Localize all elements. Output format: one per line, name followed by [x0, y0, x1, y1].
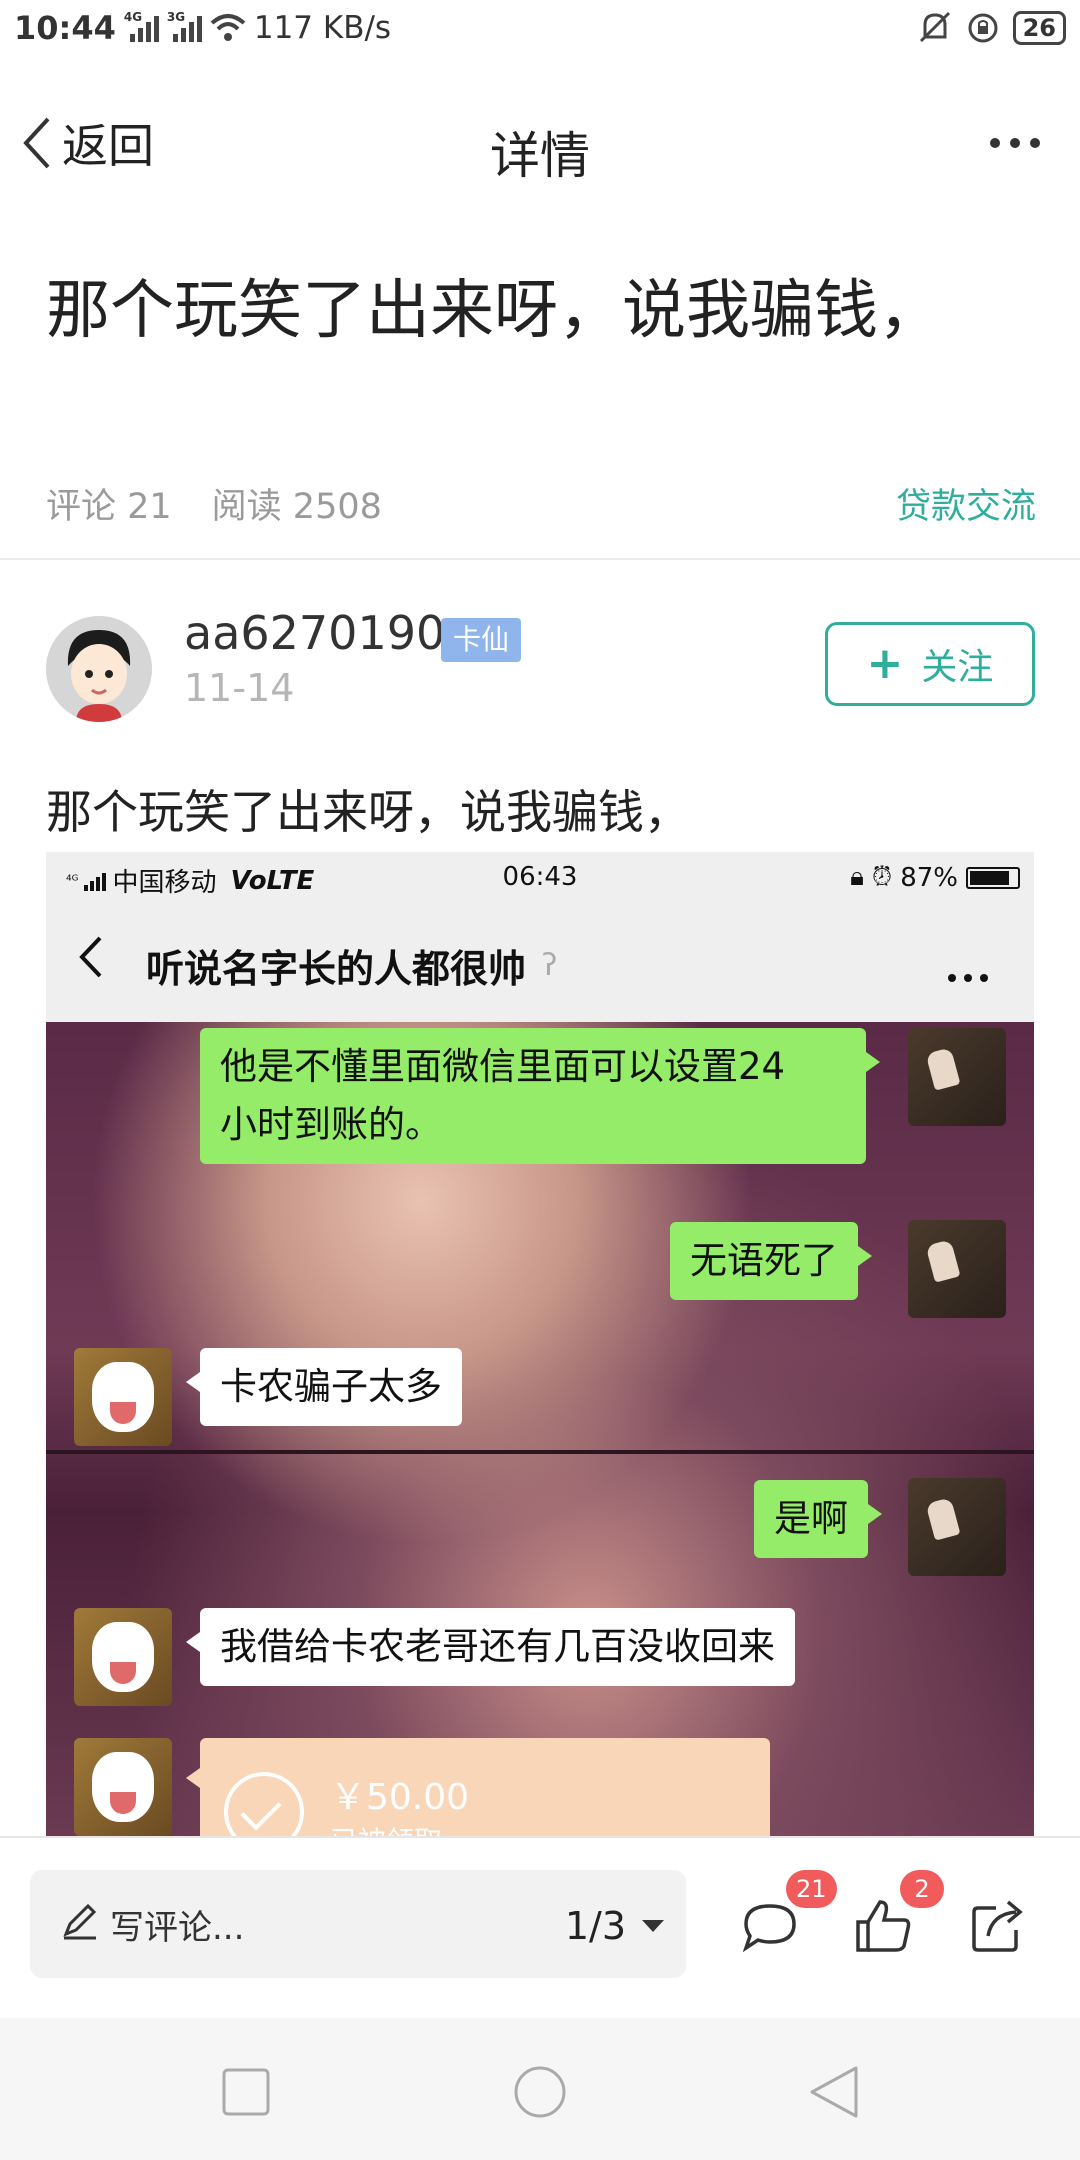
plus-icon: +: [866, 638, 904, 689]
category-link[interactable]: 贷款交流: [896, 478, 1036, 529]
contact-avatar: [74, 1348, 172, 1446]
message-bubble: 我借给卡农老哥还有几百没收回来: [186, 1608, 795, 1686]
post-image[interactable]: ⁴ᴳ 中国移动 VoLTE 06:43 🔒︎ ⏰︎ 87% 听说名字长的人都很帅…: [46, 852, 1034, 1837]
mute-icon: [919, 11, 950, 43]
chevron-left-icon: [79, 936, 102, 978]
image-battery: 87%: [900, 862, 958, 893]
transfer-card: ￥50.00 已被领取: [186, 1738, 770, 1837]
network-speed: 117 KB/s: [253, 10, 392, 46]
follow-label: 关注: [921, 647, 994, 688]
alarm-icon: ⏰︎: [871, 862, 893, 892]
share-icon[interactable]: [966, 1894, 1030, 1958]
battery-indicator: 26: [1012, 11, 1066, 45]
battery-icon: [966, 866, 1020, 889]
user-avatar-icon: [46, 616, 152, 722]
contact-avatar: [74, 1738, 172, 1836]
bottom-toolbar: 写评论... 1/3 21 2: [0, 1836, 1080, 2018]
status-time: 10:44: [14, 9, 116, 47]
wifi-icon: [210, 14, 246, 41]
author-name[interactable]: aa6270190: [184, 606, 445, 660]
status-bar: 10:44 4G 3G 117 KB/s 26: [0, 0, 1080, 56]
transfer-status: 已被领取: [330, 1820, 442, 1837]
comment-placeholder: 写评论...: [110, 1908, 245, 1948]
post-title: 那个玩笑了出来呀，说我骗钱，: [46, 274, 942, 348]
post-body: 那个玩笑了出来呀，说我骗钱，: [46, 785, 690, 839]
caret-down-icon[interactable]: [642, 1920, 664, 1932]
more-options-button[interactable]: [990, 138, 1040, 148]
page-title: 详情: [490, 127, 590, 185]
divider: [0, 558, 1080, 560]
recents-icon[interactable]: [218, 2064, 274, 2120]
post-date: 11-14: [184, 666, 295, 710]
pen-icon: [63, 1903, 97, 1940]
check-circle-icon: [224, 1772, 304, 1837]
top-nav: 返回 详情: [0, 88, 1080, 198]
divider: [46, 1450, 1034, 1454]
ear-icon: ʔ: [542, 948, 558, 983]
page-indicator[interactable]: 1/3: [565, 1904, 626, 1948]
comment-count-badge: 21: [786, 1870, 837, 1908]
author-badge: 卡仙: [441, 618, 522, 662]
image-chat-title: 听说名字长的人都很帅: [146, 947, 527, 991]
message-bubble: 无语死了: [670, 1222, 872, 1300]
message-bubble: 卡农骗子太多: [186, 1348, 462, 1426]
post-meta: 评论 21 阅读 2508: [46, 478, 382, 529]
transfer-amount: ￥50.00: [330, 1777, 470, 1818]
comment-count-label: 评论 21: [46, 487, 172, 527]
follow-button[interactable]: + 关注: [825, 622, 1035, 706]
lock-rotation-icon: [968, 13, 998, 43]
home-icon[interactable]: [512, 2064, 568, 2120]
contact-avatar: [74, 1608, 172, 1706]
system-nav-bar: [0, 2018, 1080, 2160]
image-status-bar: ⁴ᴳ 中国移动 VoLTE 06:43 🔒︎ ⏰︎ 87%: [46, 852, 1034, 904]
lock-icon: 🔒︎: [850, 862, 864, 892]
more-icon: [948, 974, 988, 982]
self-avatar: [908, 1478, 1006, 1576]
signal-3g-icon: 3G: [167, 10, 202, 42]
signal-4g-icon: 4G: [124, 10, 159, 42]
image-chat-header: 听说名字长的人都很帅 ʔ: [46, 904, 1034, 1022]
message-bubble: 是啊: [754, 1480, 882, 1558]
like-count-badge: 2: [900, 1870, 944, 1908]
comment-input[interactable]: 写评论... 1/3: [30, 1870, 686, 1978]
back-triangle-icon[interactable]: [806, 2064, 862, 2120]
read-count-label: 阅读 2508: [211, 487, 382, 527]
avatar[interactable]: [46, 616, 152, 722]
self-avatar: [908, 1220, 1006, 1318]
message-bubble: 他是不懂里面微信里面可以设置24 小时到账的。: [200, 1028, 880, 1164]
self-avatar: [908, 1028, 1006, 1126]
